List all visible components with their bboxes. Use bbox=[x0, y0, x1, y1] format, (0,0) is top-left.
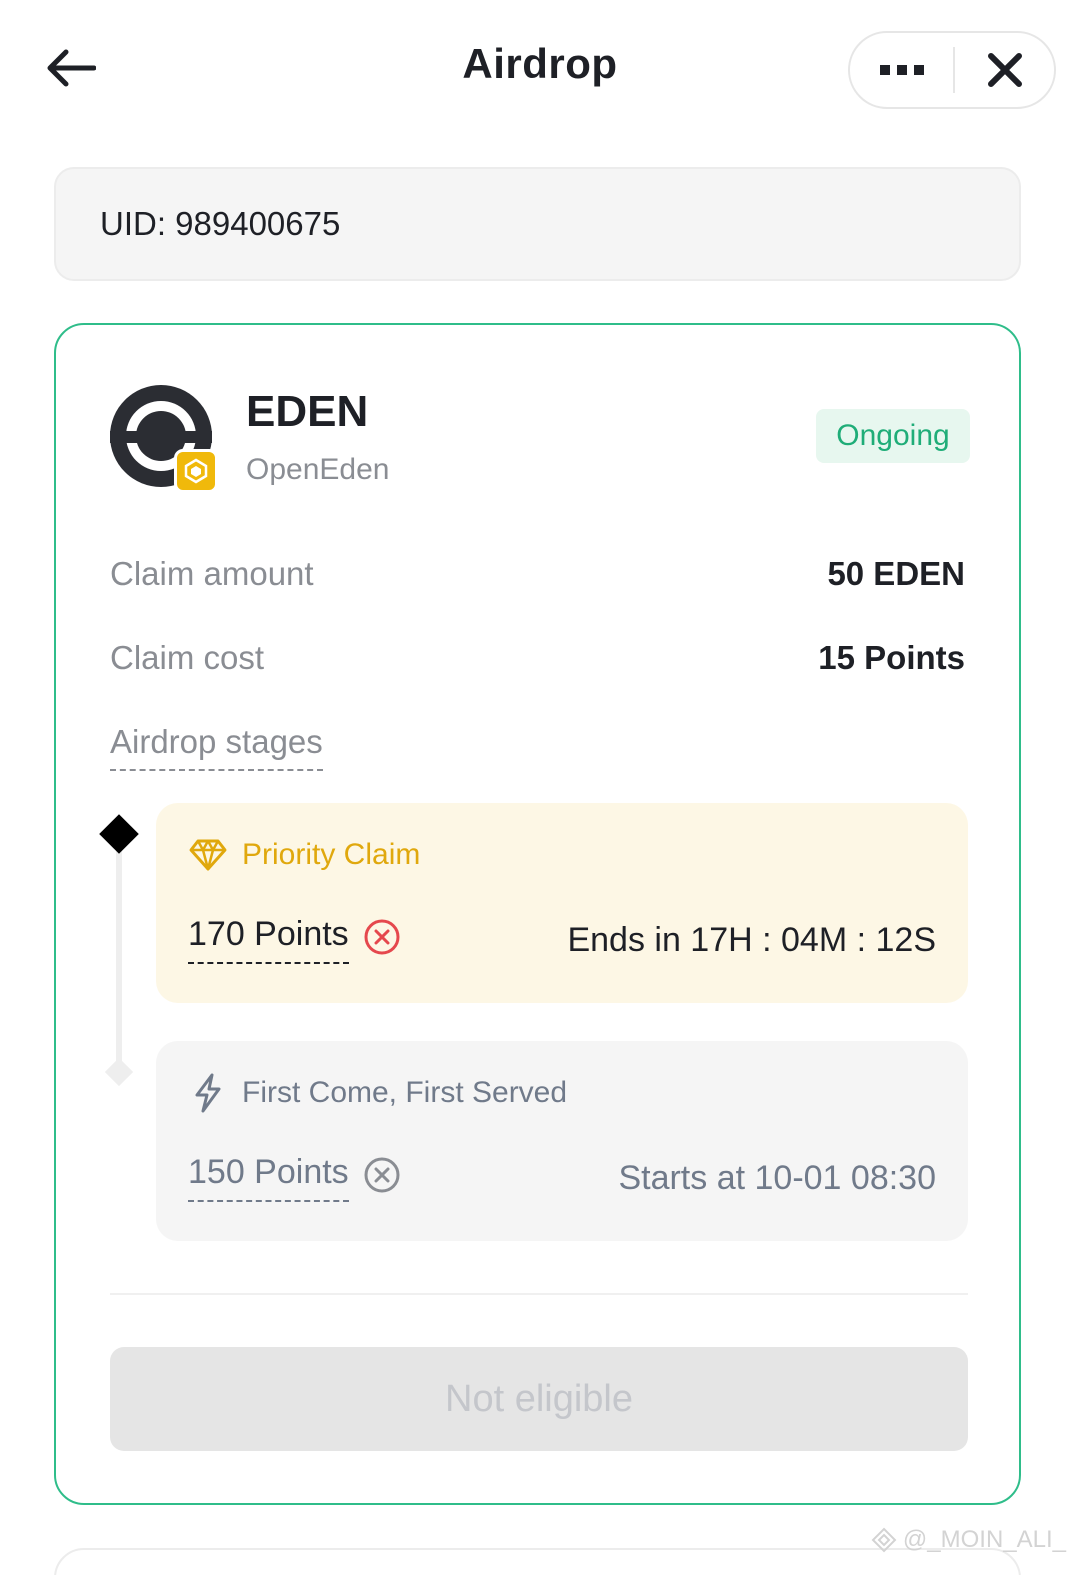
timeline-marker-active bbox=[99, 814, 139, 854]
uid-field: UID: 989400675 bbox=[54, 167, 1021, 281]
stage-title: First Come, First Served bbox=[242, 1076, 568, 1109]
stage-points-value[interactable]: 150 Points bbox=[188, 1153, 349, 1202]
stage-priority-claim: Priority Claim 170 Points Ends in 17H : … bbox=[156, 803, 968, 1003]
lightning-icon bbox=[188, 1073, 228, 1113]
not-met-x-circle-icon bbox=[364, 1157, 400, 1192]
status-badge: Ongoing bbox=[816, 409, 970, 463]
stage-header: First Come, First Served bbox=[188, 1073, 567, 1113]
timeline-marker-inactive bbox=[104, 1057, 134, 1087]
claim-cost-label: Claim cost bbox=[110, 639, 265, 676]
stage-points-value[interactable]: 170 Points bbox=[188, 915, 349, 964]
header-bar: Airdrop bbox=[0, 0, 1080, 140]
stage-start-time: Starts at 10-01 08:30 bbox=[618, 1159, 936, 1197]
stage-first-come-first-served: First Come, First Served 150 Points Star… bbox=[156, 1041, 968, 1241]
not-eligible-button[interactable]: Not eligible bbox=[110, 1347, 968, 1451]
stage-title: Priority Claim bbox=[242, 838, 421, 871]
claim-cost-value: 15 Points bbox=[818, 639, 965, 676]
claim-amount-value: 50 EDEN bbox=[827, 555, 965, 592]
mini-program-capsule bbox=[848, 31, 1056, 109]
airdrop-stages-label[interactable]: Airdrop stages bbox=[110, 723, 323, 771]
close-button[interactable] bbox=[955, 33, 1054, 107]
airdrop-card: EDEN OpenEden Ongoing Claim amount 50 ED… bbox=[54, 323, 1021, 1505]
stage-countdown: Ends in 17H : 04M : 12S bbox=[567, 921, 936, 959]
project-name: OpenEden bbox=[246, 453, 390, 486]
watermark-text: @_MOIN_ALI_ bbox=[902, 1526, 1066, 1553]
timeline-line bbox=[116, 835, 122, 1075]
stage-header: Priority Claim bbox=[188, 835, 420, 875]
uid-text: UID: 989400675 bbox=[100, 205, 341, 242]
close-icon bbox=[987, 53, 1022, 87]
bnb-chain-icon bbox=[174, 449, 218, 493]
divider bbox=[110, 1293, 968, 1295]
stage-points: 150 Points bbox=[188, 1153, 401, 1202]
more-dots-icon bbox=[879, 65, 924, 75]
binance-square-icon bbox=[871, 1527, 897, 1553]
claim-amount-label: Claim amount bbox=[110, 555, 314, 592]
token-name: EDEN bbox=[246, 387, 369, 436]
stage-points: 170 Points bbox=[188, 915, 401, 964]
more-button[interactable] bbox=[850, 33, 953, 107]
not-met-x-circle-icon bbox=[364, 919, 400, 954]
watermark: @_MOIN_ALI_ bbox=[871, 1526, 1066, 1554]
diamond-icon bbox=[188, 835, 228, 875]
